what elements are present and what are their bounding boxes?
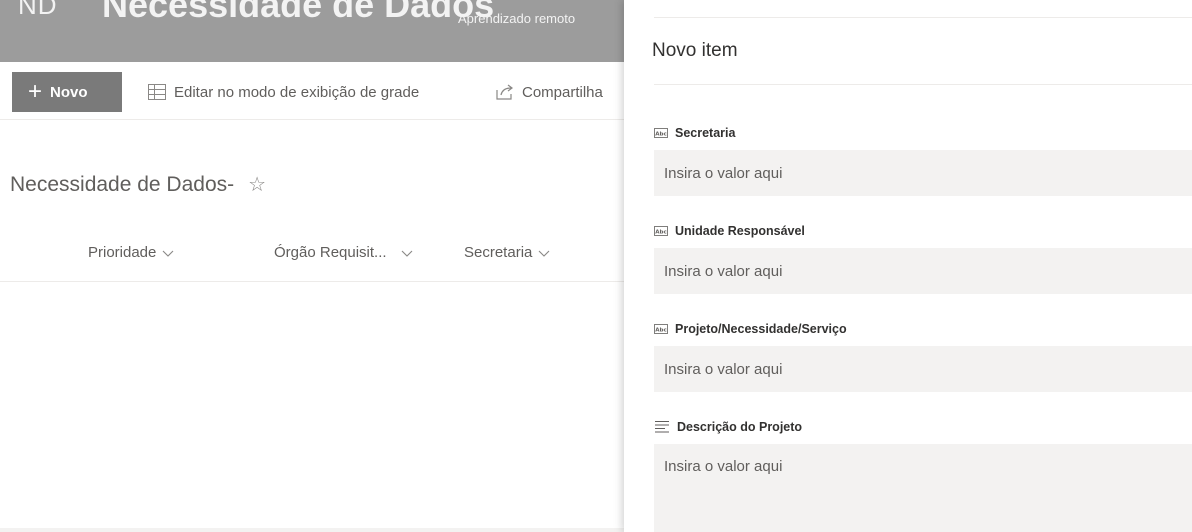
svg-text:Abc: Abc xyxy=(655,131,666,137)
list-footer-edge xyxy=(0,528,624,532)
field-unidade-responsavel: Abc Unidade Responsável Insira o valor a… xyxy=(654,222,1192,294)
column-header-prioridade[interactable]: Prioridade xyxy=(88,244,174,261)
svg-text:Abc: Abc xyxy=(655,229,666,235)
field-label-text: Descrição do Projeto xyxy=(677,420,803,434)
chevron-down-icon xyxy=(401,250,412,257)
panel-divider xyxy=(654,84,1192,85)
multiline-text-icon xyxy=(655,421,669,433)
edit-grid-view-button[interactable]: Editar no modo de exibição de grade xyxy=(148,72,419,112)
share-icon xyxy=(496,84,513,100)
text-field-icon: Abc xyxy=(654,128,668,138)
site-description: Aprendizado remoto xyxy=(458,11,576,26)
text-field-icon: Abc xyxy=(654,226,668,236)
new-item-label: Novo xyxy=(50,83,88,101)
share-label: Compartilha xyxy=(522,83,603,101)
field-secretaria: Abc Secretaria Insira o valor aqui xyxy=(654,124,1192,196)
command-bar: + Novo Editar no modo de exibição de gra… xyxy=(0,62,624,120)
text-field-icon: Abc xyxy=(654,324,668,334)
svg-text:Abc: Abc xyxy=(655,327,666,333)
share-button[interactable]: Compartilha xyxy=(496,72,603,112)
input-placeholder: Insira o valor aqui xyxy=(664,164,783,182)
secretaria-input[interactable]: Insira o valor aqui xyxy=(654,150,1192,196)
field-descricao-do-projeto: Descrição do Projeto Insira o valor aqui xyxy=(654,418,1192,532)
column-header-label: Prioridade xyxy=(88,244,157,261)
column-header-secretaria[interactable]: Secretaria xyxy=(464,244,550,261)
site-header: ND Necessidade de Dados Aprendizado remo… xyxy=(0,0,624,62)
column-header-orgao-requisitante[interactable]: Órgão Requisit... xyxy=(274,244,413,261)
field-label: Abc Projeto/Necessidade/Serviço xyxy=(654,320,1192,338)
column-header-label: Secretaria xyxy=(464,244,533,261)
field-label-text: Projeto/Necessidade/Serviço xyxy=(675,322,847,336)
sharepoint-list-page: ND Necessidade de Dados Aprendizado remo… xyxy=(0,0,1192,532)
grid-icon xyxy=(148,84,166,100)
favorite-star-icon[interactable]: ☆ xyxy=(248,172,266,197)
chevron-down-icon xyxy=(162,250,174,257)
plus-icon: + xyxy=(28,78,43,105)
column-header-label: Órgão Requisit... xyxy=(274,244,387,261)
field-label: Abc Unidade Responsável xyxy=(654,222,1192,240)
input-placeholder: Insira o valor aqui xyxy=(664,360,783,378)
site-title[interactable]: Necessidade de Dados xyxy=(102,0,494,26)
field-projeto-necessidade-servico: Abc Projeto/Necessidade/Serviço Insira o… xyxy=(654,320,1192,392)
field-label: Abc Secretaria xyxy=(654,124,1192,142)
descricao-do-projeto-textarea[interactable]: Insira o valor aqui xyxy=(654,444,1192,532)
list-title-text: Necessidade de Dados- xyxy=(10,172,235,196)
input-placeholder: Insira o valor aqui xyxy=(664,262,783,280)
unidade-responsavel-input[interactable]: Insira o valor aqui xyxy=(654,248,1192,294)
field-label: Descrição do Projeto xyxy=(654,418,1192,436)
field-label-text: Unidade Responsável xyxy=(675,224,805,238)
list-title: Necessidade de Dados- ☆ xyxy=(10,172,266,197)
projeto-necessidade-servico-input[interactable]: Insira o valor aqui xyxy=(654,346,1192,392)
input-placeholder: Insira o valor aqui xyxy=(664,458,783,475)
new-item-panel: Novo item Abc Secretaria Insira o valor … xyxy=(624,0,1192,532)
column-headers: Prioridade Órgão Requisit... Secretaria xyxy=(0,240,624,282)
chevron-down-icon xyxy=(538,250,550,257)
panel-title: Novo item xyxy=(652,40,738,61)
panel-top-divider xyxy=(654,17,1192,18)
edit-grid-view-label: Editar no modo de exibição de grade xyxy=(174,83,420,101)
new-item-button[interactable]: + Novo xyxy=(12,72,122,112)
site-logo-abbreviation[interactable]: ND xyxy=(18,0,58,21)
field-label-text: Secretaria xyxy=(675,126,736,140)
